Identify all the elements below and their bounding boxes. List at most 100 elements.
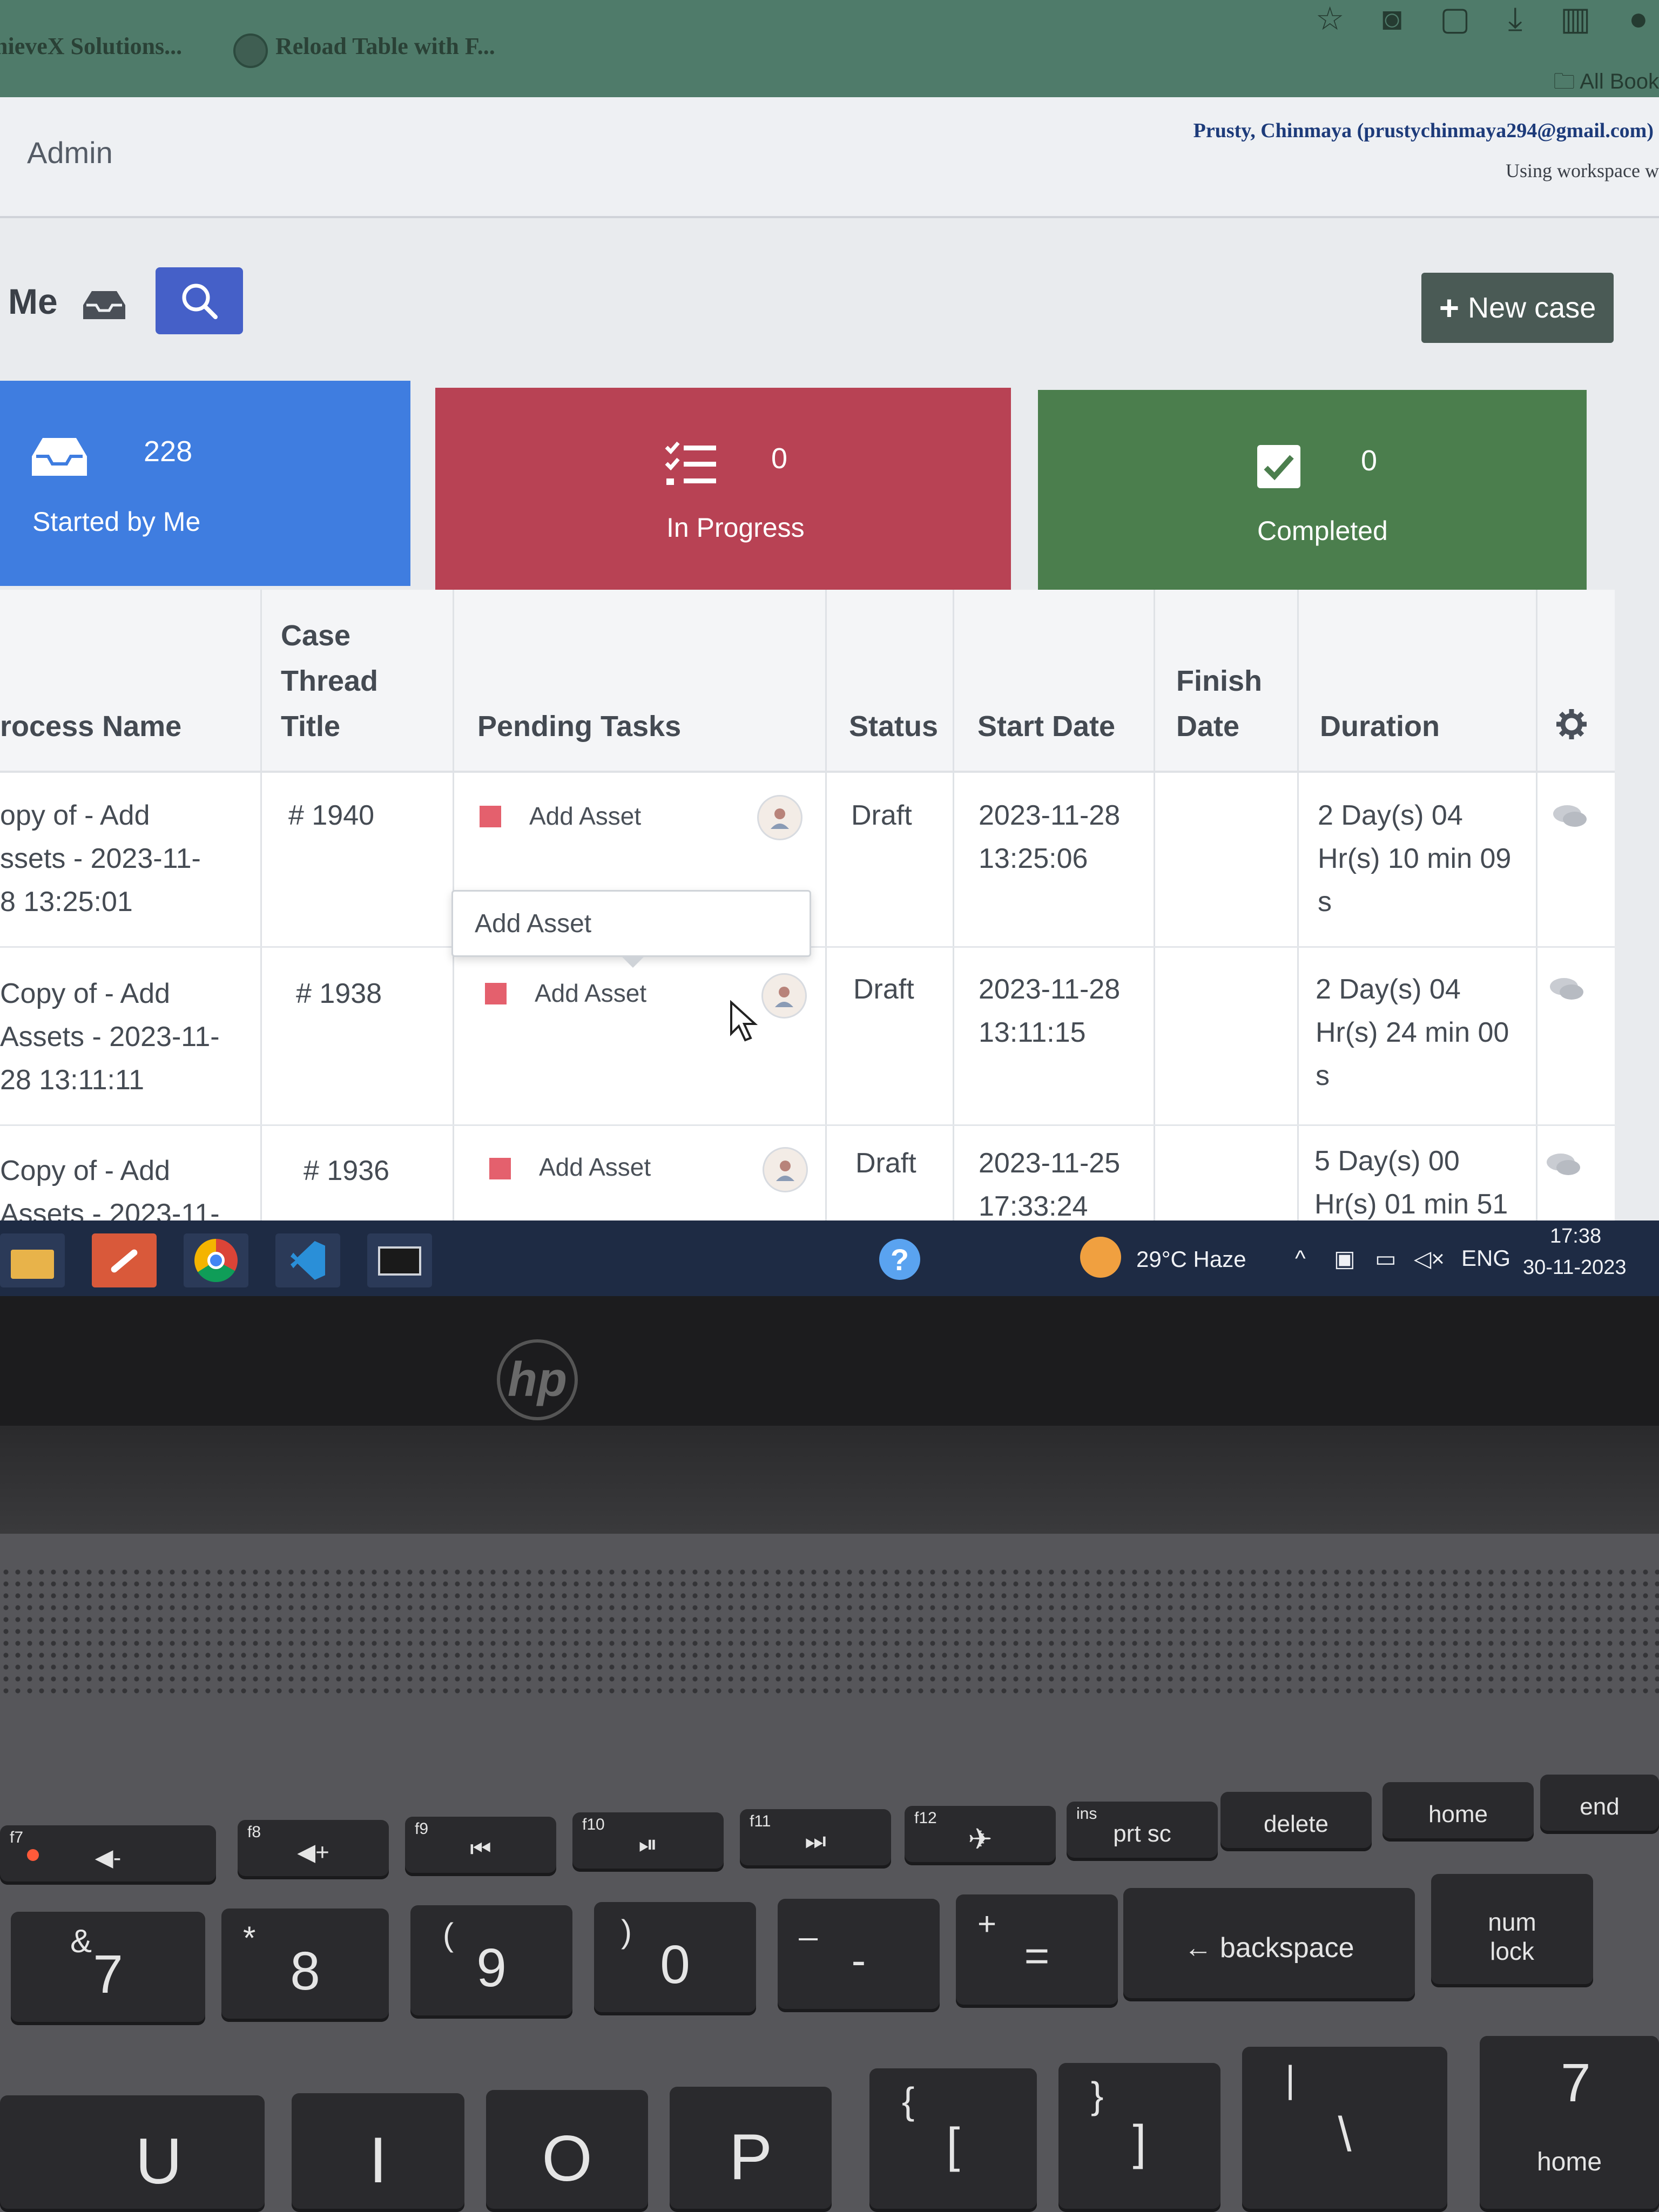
inbox-icon [32, 438, 87, 476]
download-icon[interactable]: ⤓ [1508, 0, 1523, 38]
key-o[interactable]: O [486, 2090, 648, 2212]
avatar[interactable] [761, 973, 807, 1019]
key-u[interactable]: U [0, 2095, 265, 2212]
user-account[interactable]: Prusty, Chinmaya (prustychinmaya294@gmai… [1193, 119, 1654, 143]
network-icon[interactable]: ▣ [1334, 1245, 1355, 1272]
start-date-cell: 2023-11-28 13:11:15 [979, 968, 1120, 1054]
terminal-icon[interactable] [367, 1233, 432, 1287]
inbox-icon [83, 291, 125, 319]
clock-date[interactable]: 30-11-2023 [1523, 1256, 1627, 1279]
header-start-date[interactable]: Start Date [977, 704, 1115, 749]
key-open-bracket[interactable]: { [ [869, 2068, 1037, 2212]
header-pending-tasks[interactable]: Pending Tasks [477, 704, 681, 749]
chrome-icon[interactable] [184, 1233, 248, 1287]
card-started-by-me[interactable]: 228 Started by Me [0, 381, 410, 586]
chevron-up-icon[interactable]: ^ [1295, 1245, 1306, 1271]
key-close-bracket[interactable]: } ] [1058, 2063, 1220, 2212]
start-date-line1: 2023-11-28 [979, 974, 1121, 1005]
header-case-thread-line2: Thread [281, 665, 379, 697]
header-case-thread-line3: Title [281, 710, 341, 743]
thread-cell[interactable]: # 1936 [304, 1149, 389, 1192]
key-delete[interactable]: delete [1220, 1792, 1372, 1851]
key-minus[interactable]: _ - [778, 1899, 940, 2012]
workspace-label[interactable]: Using workspace w [1506, 159, 1659, 182]
key-f10[interactable]: f10 ⏯ [572, 1812, 724, 1872]
avatar[interactable] [763, 1147, 808, 1192]
file-explorer-icon[interactable] [0, 1233, 65, 1287]
key-f12[interactable]: f12 ✈ [905, 1806, 1056, 1865]
star-icon[interactable]: ☆ [1316, 0, 1345, 38]
key-8[interactable]: * 8 [221, 1908, 389, 2022]
key-0[interactable]: ) 0 [594, 1902, 756, 2015]
comments-icon[interactable] [1545, 1151, 1582, 1178]
clock-time[interactable]: 17:38 [1550, 1225, 1601, 1248]
started-label: Started by Me [32, 507, 201, 537]
key-backspace[interactable]: ← backspace [1123, 1888, 1415, 2001]
process-name-cell[interactable]: Copy of - Add Assets - 2023-11- 28 13:11… [0, 972, 220, 1102]
process-name-line3: 28 13:11:11 [0, 1064, 144, 1096]
language-indicator[interactable]: ENG [1461, 1245, 1510, 1271]
header-case-thread-line1: Case [281, 619, 351, 652]
admin-nav-link[interactable]: Admin [27, 135, 113, 170]
new-case-button[interactable]: + New case [1421, 273, 1614, 343]
column-divider [825, 590, 827, 1296]
browser-tab-1[interactable]: hieveX Solutions... [0, 32, 182, 60]
process-name-line1: Copy of - Add [0, 978, 171, 1009]
thread-cell[interactable]: # 1940 [288, 794, 374, 837]
key-num-lock[interactable]: num lock [1431, 1874, 1593, 1987]
header-status[interactable]: Status [849, 704, 938, 749]
comments-icon[interactable] [1551, 803, 1589, 830]
start-date-line2: 13:11:15 [979, 1017, 1086, 1048]
extension-icon[interactable]: ▢ [1440, 0, 1471, 38]
key-prt-sc[interactable]: ins prt sc [1067, 1802, 1218, 1861]
header-finish-date[interactable]: Finish Date [1176, 658, 1262, 749]
user-avatar-icon [776, 1161, 794, 1181]
camera-icon[interactable]: ◙ [1382, 0, 1402, 38]
key-home-7[interactable]: 7 home [1480, 2036, 1659, 2212]
volume-muted-icon[interactable]: ◁× [1414, 1245, 1445, 1272]
card-completed[interactable]: 0 Completed [1038, 390, 1587, 595]
header-process-name[interactable]: rocess Name [0, 704, 181, 749]
comments-icon[interactable] [1548, 976, 1586, 1003]
key-home[interactable]: home [1382, 1782, 1534, 1842]
key-p[interactable]: P [670, 2087, 832, 2212]
key-f9[interactable]: f9 ⏮ [405, 1817, 556, 1876]
key-f8[interactable]: f8 ◀+ [238, 1820, 389, 1879]
avatar[interactable] [757, 795, 802, 840]
key-9[interactable]: ( 9 [410, 1905, 572, 2019]
process-name-cell[interactable]: opy of - Add ssets - 2023-11- 8 13:25:01 [0, 794, 201, 923]
vscode-icon[interactable] [275, 1233, 340, 1287]
gear-icon[interactable] [1555, 708, 1588, 740]
start-date-line2: 13:25:06 [979, 843, 1088, 874]
header-case-thread-title[interactable]: Case Thread Title [281, 613, 378, 749]
help-icon[interactable]: ? [879, 1239, 920, 1280]
column-divider [260, 590, 262, 1296]
thread-cell[interactable]: # 1938 [296, 972, 382, 1015]
key-f11[interactable]: f11 ⏭ [740, 1809, 891, 1869]
pending-task-link[interactable]: Add Asset [539, 1152, 651, 1182]
pencil-app-icon[interactable] [92, 1233, 157, 1287]
column-divider [1536, 590, 1537, 1296]
key-equals[interactable]: + = [956, 1894, 1118, 2008]
key-backslash[interactable]: | \ [1242, 2047, 1447, 2212]
in-progress-count: 0 [771, 442, 788, 475]
pending-task-link[interactable]: Add Asset [535, 979, 646, 1008]
app-header: Admin Prusty, Chinmaya (prustychinmaya29… [0, 97, 1659, 218]
row-divider [0, 1124, 1615, 1126]
header-duration[interactable]: Duration [1320, 704, 1440, 749]
user-avatar-icon [775, 987, 793, 1007]
key-end[interactable]: end [1540, 1775, 1659, 1834]
profile-icon[interactable]: ● [1629, 0, 1648, 38]
search-button[interactable] [156, 267, 243, 334]
key-7[interactable]: & 7 [11, 1912, 205, 2025]
key-i[interactable]: I [292, 2093, 464, 2212]
speaker-grill [0, 1566, 1659, 1696]
browser-tab-2[interactable]: Reload Table with F... [275, 32, 495, 60]
pending-task-link[interactable]: Add Asset [529, 801, 641, 831]
sidebar-icon[interactable]: ▥ [1560, 0, 1591, 38]
weather-text[interactable]: 29°C Haze [1136, 1246, 1246, 1272]
battery-icon[interactable]: ▭ [1375, 1245, 1397, 1272]
new-case-label: New case [1468, 292, 1596, 324]
page-toolbar: Me + New case [0, 259, 1659, 343]
card-in-progress[interactable]: 0 In Progress [435, 388, 1011, 593]
